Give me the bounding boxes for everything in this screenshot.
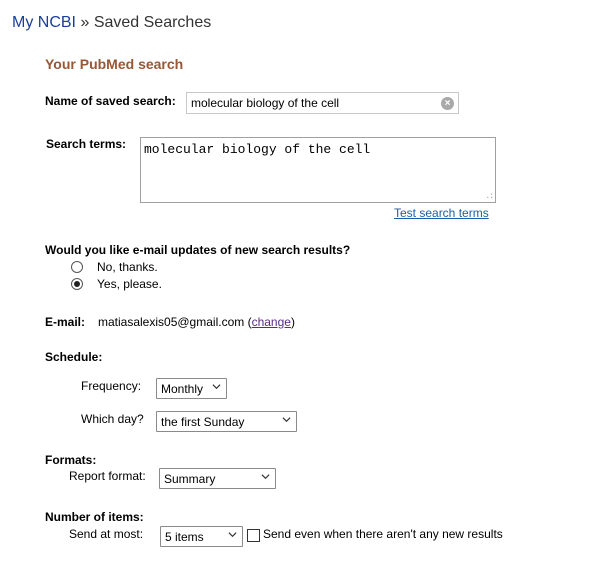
- email-address: matiasalexis05@gmail.com: [98, 315, 245, 329]
- email-label: E-mail:: [45, 315, 86, 329]
- test-search-terms-link[interactable]: Test search terms: [394, 206, 489, 220]
- breadcrumb: My NCBI » Saved Searches: [12, 14, 211, 32]
- frequency-select[interactable]: Monthly: [156, 378, 227, 399]
- report-format-label: Report format:: [69, 469, 146, 483]
- name-field-label: Name of saved search:: [45, 94, 176, 108]
- close-paren: ): [290, 315, 295, 329]
- send-at-most-label: Send at most:: [69, 527, 144, 541]
- change-email-link[interactable]: change: [252, 315, 291, 329]
- chevron-down-icon: [261, 474, 270, 480]
- send-at-most-value: 5 items: [165, 530, 204, 544]
- search-name-value: molecular biology of the cell: [191, 96, 340, 110]
- send-at-most-select[interactable]: 5 items: [160, 526, 243, 547]
- email-row: matiasalexis05@gmail.com (change): [98, 315, 295, 329]
- formats-label: Formats:: [45, 453, 97, 467]
- search-terms-label: Search terms:: [46, 137, 127, 151]
- breadcrumb-separator: »: [80, 14, 90, 31]
- breadcrumb-my-ncbi-link[interactable]: My NCBI: [12, 14, 76, 31]
- radio-no-thanks[interactable]: [71, 261, 83, 273]
- number-of-items-label: Number of items:: [45, 510, 144, 524]
- chevron-down-icon: [212, 384, 221, 390]
- schedule-label: Schedule:: [45, 350, 103, 364]
- report-format-value: Summary: [164, 472, 216, 486]
- clear-icon[interactable]: ×: [441, 97, 454, 110]
- breadcrumb-current: Saved Searches: [93, 14, 212, 31]
- which-day-select[interactable]: the first Sunday: [156, 411, 297, 432]
- radio-no-thanks-label[interactable]: No, thanks.: [97, 260, 158, 274]
- which-day-label: Which day?: [81, 412, 144, 426]
- report-format-select[interactable]: Summary: [159, 468, 276, 489]
- radio-yes-please[interactable]: [71, 278, 83, 290]
- search-name-input[interactable]: molecular biology of the cell ×: [186, 92, 459, 114]
- resize-grip-icon[interactable]: .:: [485, 193, 494, 201]
- frequency-value: Monthly: [161, 382, 204, 396]
- which-day-value: the first Sunday: [161, 415, 245, 429]
- radio-yes-please-label[interactable]: Yes, please.: [97, 277, 162, 291]
- search-terms-textarea[interactable]: molecular biology of the cell .:: [140, 137, 496, 203]
- chevron-down-icon: [282, 417, 291, 423]
- email-updates-question: Would you like e-mail updates of new sea…: [45, 243, 351, 257]
- chevron-down-icon: [228, 532, 237, 538]
- section-title: Your PubMed search: [45, 56, 184, 72]
- frequency-label: Frequency:: [81, 379, 142, 393]
- search-terms-value: molecular biology of the cell: [144, 142, 371, 157]
- send-even-if-empty-label[interactable]: Send even when there aren't any new resu…: [263, 527, 503, 541]
- send-even-if-empty-checkbox[interactable]: [247, 529, 260, 542]
